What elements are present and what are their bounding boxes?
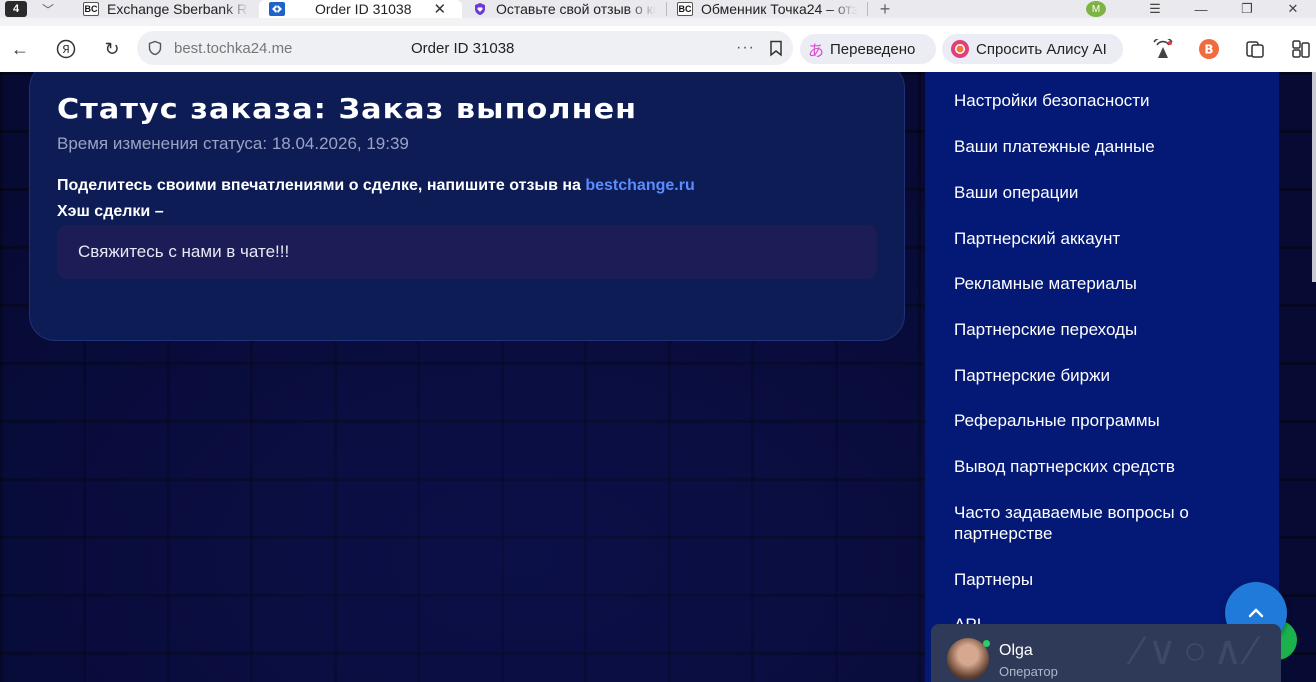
tab-title: Exchange Sberbank RUB to [107,1,249,17]
bestchange-link[interactable]: bestchange.ru [585,177,694,194]
chevron-up-icon [1248,608,1264,618]
sidebar-item-payment-details[interactable]: Ваши платежные данные [954,136,1254,157]
tab-order-id[interactable]: Order ID 31038 ✕ [259,0,462,18]
tab-separator [867,2,868,16]
sidebar-item-partner-withdrawal[interactable]: Вывод партнерских средств [954,456,1254,477]
b-extension-icon[interactable]: B [1186,38,1232,60]
sidebar-item-partner-exchanges[interactable]: Партнерские биржи [954,365,1254,386]
svg-text:B: B [1204,43,1213,57]
new-tab-plus-icon[interactable]: + [874,0,896,19]
translated-label: Переведено [830,40,916,58]
sidebar-item-referral-programs[interactable]: Реферальные программы [954,410,1254,431]
bookmark-icon[interactable] [769,40,783,57]
contact-chat-notice: Свяжитесь с нами в чате!!! [57,225,877,279]
operator-role: Оператор [999,664,1058,679]
url-host: best.tochka24.me [174,39,293,57]
chat-widget[interactable]: ∕∨○∧∕ Olga Оператор [931,624,1281,682]
profile-avatar[interactable]: M [1086,1,1106,17]
operator-name: Olga [999,642,1033,659]
page-scrollbar[interactable] [1312,72,1316,282]
bestchange-favicon-icon: BC [83,2,99,16]
address-page-title: Order ID 31038 [411,39,515,57]
shield-heart-favicon-icon [472,2,488,16]
minimize-icon[interactable]: — [1178,2,1224,17]
toolbar-extensions: B [1140,34,1316,64]
translated-button[interactable]: あ Переведено [800,34,936,64]
chat-background-pattern: ∕∨○∧∕ [1134,629,1261,673]
sidebar-item-promo-materials[interactable]: Рекламные материалы [954,273,1254,294]
site-shield-icon[interactable] [147,40,163,56]
ask-alice-button[interactable]: Спросить Алису AI [942,34,1123,64]
tab-view-icon[interactable] [1278,39,1316,59]
tab-title: Оставьте свой отзыв о ко [496,1,656,17]
review-prompt: Поделитесь своими впечатлениями о сделке… [57,177,695,195]
review-prompt-text: Поделитесь своими впечатлениями о сделке… [57,177,586,194]
ask-alice-label: Спросить Алису AI [976,40,1107,58]
sidebar-item-partners[interactable]: Партнеры [954,569,1254,590]
tab-count-badge[interactable]: 4 [5,1,27,17]
antenna-extension-icon[interactable] [1140,39,1186,59]
tab-leave-review[interactable]: Оставьте свой отзыв о ко [462,0,666,18]
tab-title: Order ID 31038 [315,1,412,17]
sidebar-item-partner-clicks[interactable]: Партнерские переходы [954,319,1254,340]
account-sidebar: Настройки безопасности Ваши платежные да… [925,72,1279,682]
online-status-dot [983,640,990,647]
order-status-title: Статус заказа: Заказ выполнен [57,92,638,125]
tab-list-chevron-icon[interactable]: ﹀ [35,1,61,18]
tab-title: Обменник Точка24 – отзы [701,1,857,17]
sidebar-item-security-settings[interactable]: Настройки безопасности [954,90,1254,111]
browser-toolbar: ← Я ↻ best.tochka24.me Order ID 31038 ··… [0,26,1316,72]
tab-obmennik-review[interactable]: BC Обменник Точка24 – отзы [667,0,867,18]
more-dots-icon[interactable]: ··· [736,39,755,57]
close-tab-icon[interactable]: ✕ [434,0,447,18]
browser-tab-strip: 4 ﹀ BC Exchange Sberbank RUB to Order ID… [0,0,1316,19]
alice-icon [951,40,969,58]
menu-hamburger-icon[interactable]: ☰ [1132,1,1178,17]
yandex-home-icon[interactable]: Я [47,31,85,67]
tab-exchange-sberbank[interactable]: BC Exchange Sberbank RUB to [73,0,259,18]
sidebar-item-operations[interactable]: Ваши операции [954,182,1254,203]
sidebar-item-partner-account[interactable]: Партнерский аккаунт [954,228,1254,249]
status-change-time: Время изменения статуса: 18.04.2026, 19:… [57,134,409,153]
bestchange-favicon-icon: BC [677,2,693,16]
svg-text:Я: Я [62,43,70,56]
back-arrow-icon[interactable]: ← [1,31,39,67]
translate-icon: あ [808,43,825,60]
order-status-card: Статус заказа: Заказ выполнен Время изме… [29,72,905,341]
close-window-icon[interactable]: ✕ [1270,1,1316,17]
window-controls: M ☰ — ❐ ✕ [1086,0,1316,18]
collections-icon[interactable] [1232,39,1278,59]
tochka-favicon-icon [269,2,285,16]
sidebar-item-partner-faq[interactable]: Часто задаваемые вопросы о партнерстве [954,502,1224,544]
address-bar[interactable]: best.tochka24.me Order ID 31038 ··· [137,31,793,65]
restore-icon[interactable]: ❐ [1224,1,1270,17]
reload-icon[interactable]: ↻ [93,31,131,67]
page-content: Статус заказа: Заказ выполнен Время изме… [0,72,1316,682]
deal-hash-label: Хэш сделки – [57,203,164,220]
